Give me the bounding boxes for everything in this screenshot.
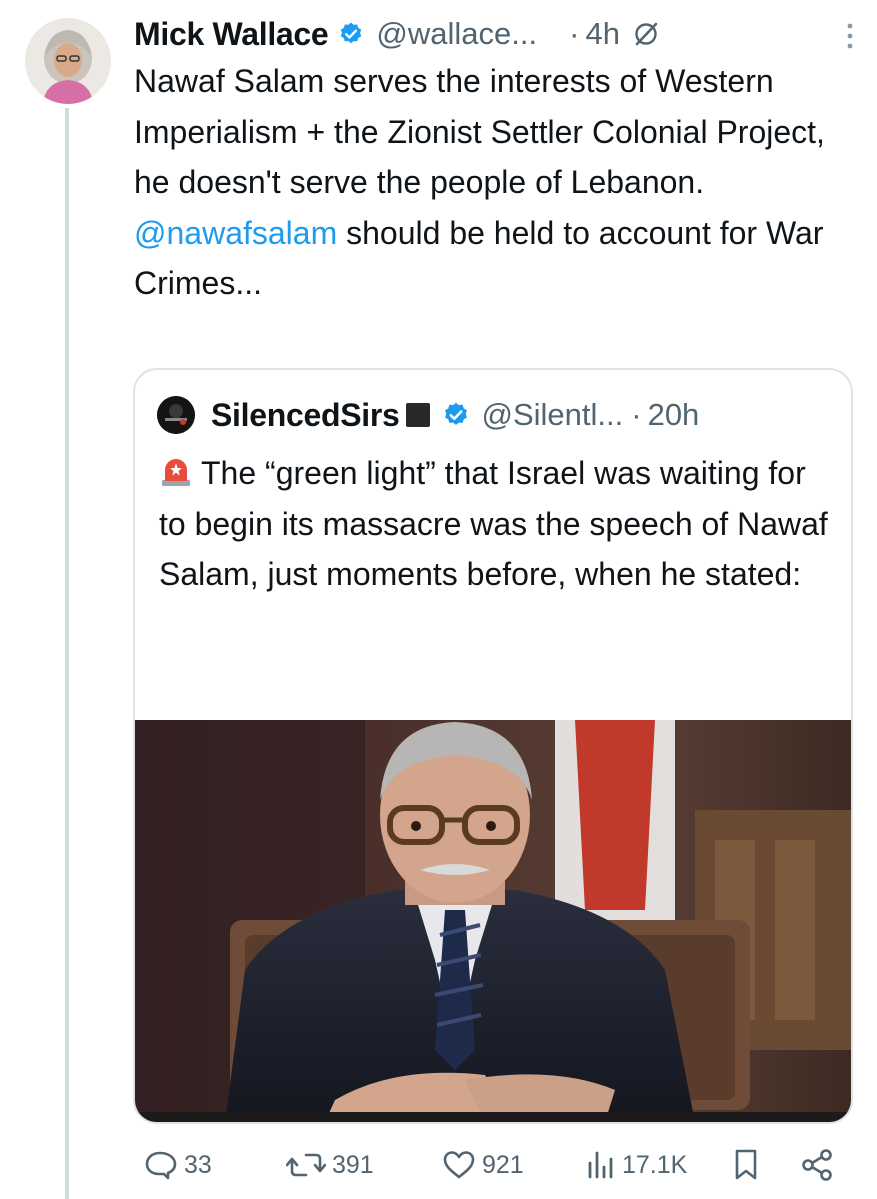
quoted-tweet-time[interactable]: 20h <box>648 397 700 433</box>
views-bar-chart-icon <box>586 1149 616 1181</box>
tweet-page: Mick Wallace @wallace... · 4h Nawaf Sala… <box>0 0 877 1199</box>
heart-icon <box>442 1149 476 1181</box>
share-icon <box>800 1148 834 1182</box>
tweet-text: Nawaf Salam serves the interests of West… <box>134 56 854 309</box>
quoted-tweet-body: The “green light” that Israel was waitin… <box>159 455 828 592</box>
mention-link[interactable]: @nawafsalam <box>134 215 337 251</box>
tweet-text-part-1: Nawaf Salam serves the interests of West… <box>134 63 825 200</box>
quoted-author-avatar[interactable] <box>157 396 195 434</box>
bookmark-icon <box>732 1148 760 1182</box>
bookmark-button[interactable] <box>726 1140 760 1190</box>
quoted-tweet-photo[interactable] <box>135 720 851 1122</box>
grok-icon[interactable] <box>632 20 660 48</box>
retweet-button[interactable]: 391 <box>280 1140 374 1190</box>
quoted-tweet-card[interactable]: SilencedSirs @Silentl... · 20h The “gree… <box>133 368 853 1124</box>
quoted-separator-dot: · <box>631 397 642 432</box>
quoted-author-handle[interactable]: @Silentl... <box>482 397 624 433</box>
verified-badge-icon <box>338 21 364 47</box>
like-count: 921 <box>482 1150 524 1179</box>
views-button[interactable]: 17.1K <box>580 1140 687 1190</box>
quoted-tweet-header: SilencedSirs @Silentl... · 20h <box>157 392 837 438</box>
thread-line <box>65 108 69 1199</box>
separator-dot: · <box>569 16 580 51</box>
tweet-time[interactable]: 4h <box>585 16 619 52</box>
author-name[interactable]: Mick Wallace <box>134 16 329 53</box>
share-button[interactable] <box>794 1140 834 1190</box>
author-avatar[interactable] <box>25 18 111 104</box>
reply-count: 33 <box>184 1150 212 1179</box>
quoted-tweet-text: The “green light” that Israel was waitin… <box>159 448 829 600</box>
more-options-icon[interactable] <box>846 22 854 50</box>
quoted-verified-badge-icon <box>442 401 470 429</box>
tweet-action-bar: 33 391 921 17.1K <box>134 1140 834 1190</box>
black-square-icon <box>405 403 430 427</box>
retweet-count: 391 <box>332 1150 374 1179</box>
views-count: 17.1K <box>622 1150 688 1179</box>
reply-button[interactable]: 33 <box>138 1140 212 1190</box>
like-button[interactable]: 921 <box>436 1140 524 1190</box>
quoted-author-name[interactable]: SilencedSirs <box>211 397 400 434</box>
siren-emoji-icon <box>159 452 193 486</box>
reply-icon <box>144 1149 178 1181</box>
retweet-icon <box>286 1149 326 1181</box>
author-handle[interactable]: @wallace... <box>376 16 537 52</box>
tweet-header: Mick Wallace @wallace... · 4h <box>134 10 854 58</box>
